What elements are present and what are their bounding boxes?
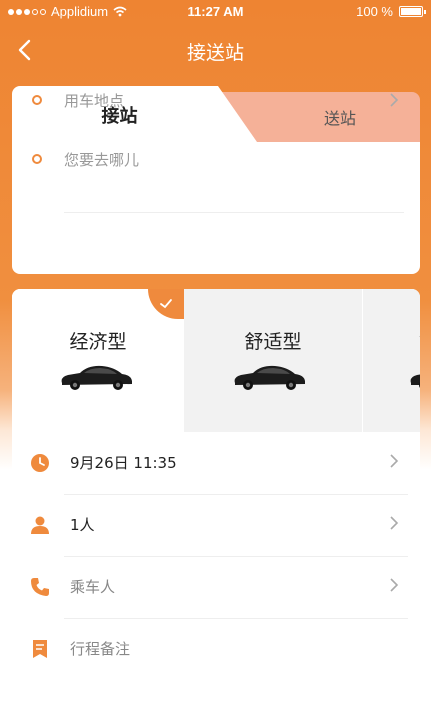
person-icon [31,516,49,534]
car-icon [234,365,305,390]
time-row[interactable]: 9月26日 11:35 [12,432,420,494]
pickup-time: 9月26日 11:35 [70,454,177,472]
chevron-right-icon [390,516,399,530]
chevron-right-icon [390,93,399,107]
car-icon [410,374,420,388]
check-icon [160,299,172,309]
divider [64,212,404,213]
destination-dot-icon [32,154,42,164]
page-title: 接送站 [186,42,244,64]
car-option-label: 舒 [419,327,420,354]
bookmark-note-icon [33,640,47,658]
passenger-count: 1人 [70,516,95,534]
order-card: 经济型 舒适型 舒 [12,289,420,691]
rider-placeholder: 乘车人 [70,578,116,596]
car-type-selector: 经济型 舒适型 舒 [12,289,420,432]
clock-icon [31,454,49,472]
car-option-comfort[interactable]: 舒适型 [184,289,362,432]
car-option-partial[interactable]: 舒 [362,289,420,432]
phone-icon [31,578,49,596]
battery-icon [399,6,426,17]
battery-info: 100 % [356,4,426,19]
notes-row[interactable]: 行程备注 [12,618,420,680]
destination-placeholder: 您要去哪儿 [64,151,140,169]
nav-bar: 接送站 [0,28,431,72]
battery-percent: 100 % [356,4,393,19]
notes-placeholder: 行程备注 [70,640,131,658]
rider-row[interactable]: 乘车人 [12,556,420,618]
pickup-location-placeholder: 用车地点 [64,92,125,110]
status-bar: Applidium 11:27 AM 100 % [0,0,431,24]
car-icon [61,365,132,390]
chevron-right-icon [390,454,399,468]
chevron-right-icon [390,578,399,592]
pickup-location-field[interactable]: 用车地点 [12,71,420,129]
car-option-label: 舒适型 [244,331,302,353]
pickup-dot-icon [32,95,42,105]
car-option-label: 经济型 [69,331,127,353]
destination-field[interactable]: 您要去哪儿 [12,130,420,188]
passengers-row[interactable]: 1人 [12,494,420,556]
